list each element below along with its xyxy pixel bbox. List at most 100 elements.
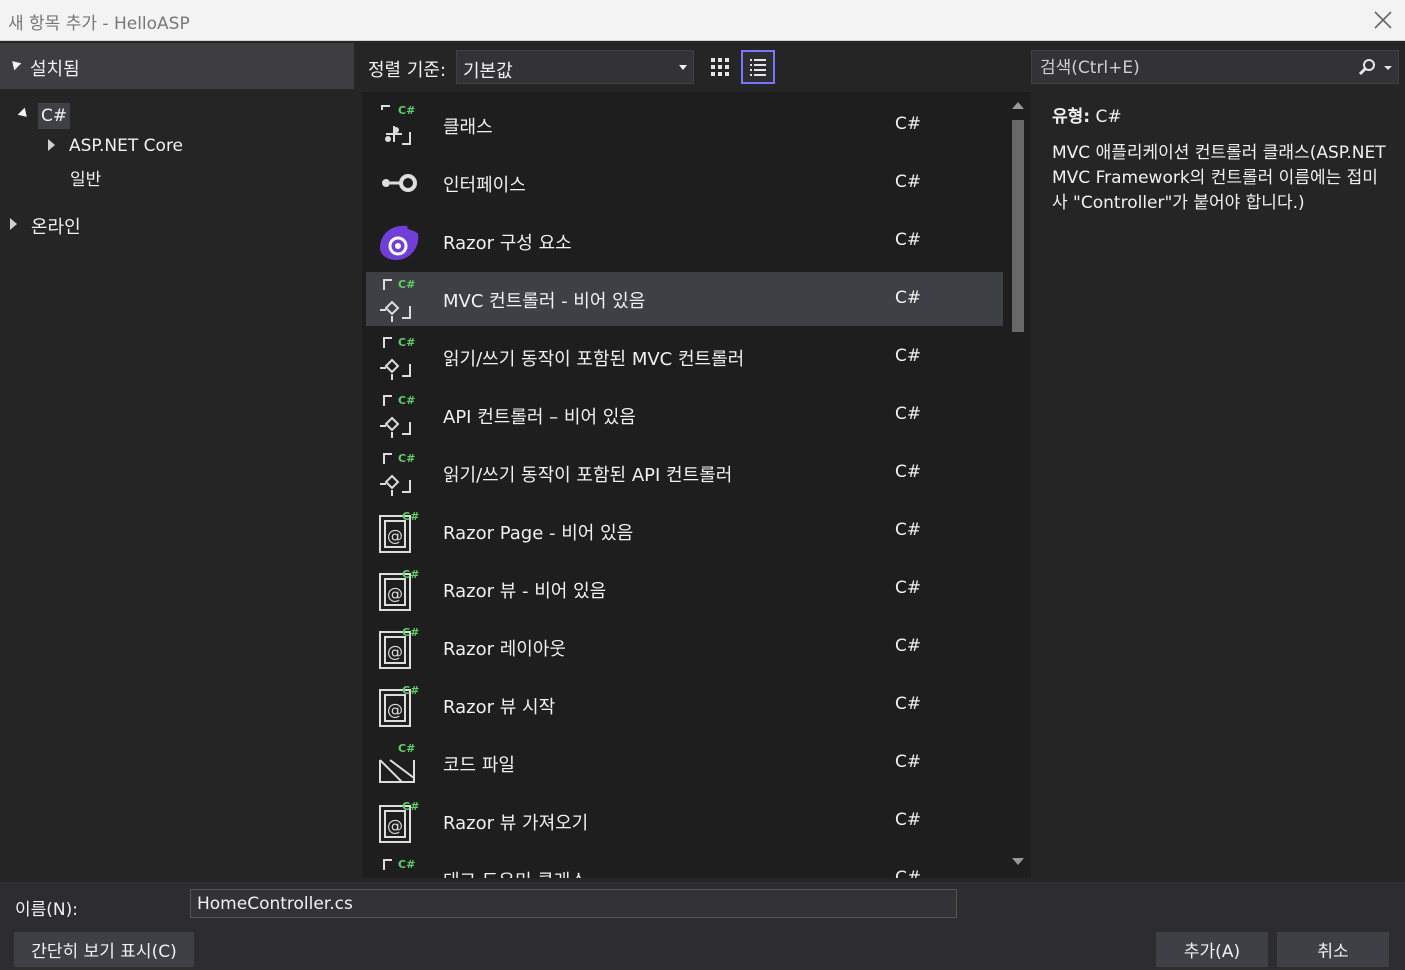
tree-item-general[interactable]: 일반 bbox=[70, 165, 101, 190]
tree-item-label: C# bbox=[41, 106, 68, 126]
svg-text:C#: C# bbox=[402, 800, 419, 813]
grid-view-icon bbox=[711, 58, 729, 76]
scroll-up-icon[interactable] bbox=[1012, 102, 1024, 109]
list-view-button[interactable] bbox=[741, 50, 775, 84]
search-input[interactable] bbox=[1038, 55, 1342, 81]
collapsed-icon[interactable] bbox=[10, 218, 17, 230]
controller-icon: C# bbox=[380, 336, 415, 380]
svg-text:C#: C# bbox=[398, 278, 415, 291]
svg-text:C#: C# bbox=[402, 510, 419, 523]
template-item[interactable]: C# 읽기/쓰기 동작이 포함된 MVC 컨트롤러 C# bbox=[366, 330, 1003, 384]
template-item[interactable]: 인터페이스 C# bbox=[366, 156, 1003, 210]
svg-text:C#: C# bbox=[398, 858, 415, 871]
template-item[interactable]: C# 태그 도우미 클래스 C# bbox=[366, 852, 1003, 878]
template-list[interactable]: C# 클래스 C# 인터페이스 C# Razor 구성 요소 C# C# MVC 컨트롤러 - … bbox=[362, 92, 1031, 878]
sort-dropdown[interactable]: 기본값 bbox=[456, 50, 694, 84]
svg-text:C#: C# bbox=[402, 626, 419, 639]
controller-icon: C# bbox=[380, 278, 415, 322]
template-language: C# bbox=[895, 230, 922, 250]
svg-text:@: @ bbox=[387, 584, 403, 603]
installed-label: 설치됨 bbox=[30, 59, 80, 80]
template-name: Razor 레이아웃 bbox=[443, 639, 566, 660]
template-language: C# bbox=[895, 172, 922, 192]
svg-text:C#: C# bbox=[398, 742, 415, 755]
template-item[interactable]: @ C# Razor Page - 비어 있음 C# bbox=[366, 504, 1003, 558]
svg-text:C#: C# bbox=[398, 452, 415, 465]
svg-text:@: @ bbox=[387, 642, 403, 661]
grid-view-button[interactable] bbox=[703, 50, 737, 84]
search-box[interactable] bbox=[1031, 50, 1399, 84]
razor-page-icon: @ C# bbox=[379, 568, 419, 611]
template-item[interactable]: C# MVC 컨트롤러 - 비어 있음 C# bbox=[366, 272, 1003, 326]
razor-page-icon: @ C# bbox=[379, 626, 419, 669]
template-name: 읽기/쓰기 동작이 포함된 MVC 컨트롤러 bbox=[443, 349, 745, 370]
template-language: C# bbox=[895, 462, 922, 482]
template-item[interactable]: C# 코드 파일 C# bbox=[366, 736, 1003, 790]
svg-text:C#: C# bbox=[398, 336, 415, 349]
expanded-icon[interactable] bbox=[17, 107, 31, 121]
template-description: MVC 애플리케이션 컨트롤러 클래스(ASP.NET MVC Framewor… bbox=[1052, 143, 1386, 213]
template-item[interactable]: @ C# Razor 뷰 가져오기 C# bbox=[366, 794, 1003, 848]
scrollbar-thumb[interactable] bbox=[1012, 120, 1024, 332]
svg-text:C#: C# bbox=[398, 394, 415, 407]
template-item[interactable]: @ C# Razor 뷰 - 비어 있음 C# bbox=[366, 562, 1003, 616]
name-label: 이름(N): bbox=[15, 900, 78, 920]
template-name: 코드 파일 bbox=[443, 755, 515, 776]
tree-item-label: 온라인 bbox=[31, 217, 81, 238]
list-view-icon bbox=[750, 59, 766, 76]
template-item[interactable]: @ C# Razor 레이아웃 C# bbox=[366, 620, 1003, 674]
razor-page-icon: @ C# bbox=[379, 684, 419, 727]
svg-text:@: @ bbox=[387, 700, 403, 719]
razor-page-icon: @ C# bbox=[379, 510, 419, 553]
type-row: 유형: C# bbox=[1052, 102, 1392, 127]
svg-text:C#: C# bbox=[398, 104, 415, 117]
razor-component-icon bbox=[380, 225, 419, 260]
cancel-button[interactable]: 취소 bbox=[1277, 932, 1389, 967]
installed-header[interactable]: 설치됨 bbox=[0, 43, 354, 89]
template-item[interactable]: C# 읽기/쓰기 동작이 포함된 API 컨트롤러 C# bbox=[366, 446, 1003, 500]
sort-value: 기본값 bbox=[463, 61, 513, 82]
template-language: C# bbox=[895, 404, 922, 424]
template-name: 인터페이스 bbox=[443, 175, 526, 196]
name-field[interactable] bbox=[190, 889, 957, 918]
collapsed-icon[interactable] bbox=[48, 139, 55, 151]
code-file-icon: C# bbox=[379, 742, 415, 783]
template-name: 읽기/쓰기 동작이 포함된 API 컨트롤러 bbox=[443, 465, 733, 486]
template-language: C# bbox=[895, 114, 922, 134]
template-name: Razor 뷰 가져오기 bbox=[443, 813, 589, 834]
template-language: C# bbox=[895, 694, 922, 714]
add-button[interactable]: 추가(A) bbox=[1156, 932, 1268, 967]
template-item[interactable]: C# API 컨트롤러 – 비어 있음 C# bbox=[366, 388, 1003, 442]
svg-text:@: @ bbox=[387, 526, 403, 545]
template-language: C# bbox=[895, 578, 922, 598]
title-bar: 새 항목 추가 - HelloASP bbox=[0, 0, 1405, 41]
razor-page-icon: @ C# bbox=[379, 800, 419, 843]
template-item[interactable]: C# 클래스 C# bbox=[366, 98, 1003, 152]
template-name: Razor 구성 요소 bbox=[443, 233, 572, 254]
template-language: C# bbox=[895, 636, 922, 656]
template-item[interactable]: Razor 구성 요소 C# bbox=[366, 214, 1003, 268]
controller-icon: C# bbox=[380, 452, 415, 496]
window-title: 새 항목 추가 - HelloASP bbox=[8, 14, 190, 34]
template-language: C# bbox=[895, 346, 922, 366]
tree-item-label: 일반 bbox=[70, 170, 102, 190]
tree-item-online[interactable]: 온라인 bbox=[31, 213, 81, 239]
template-language: C# bbox=[895, 752, 922, 772]
scroll-down-icon[interactable] bbox=[1012, 858, 1024, 865]
list-scrollbar[interactable] bbox=[1004, 92, 1030, 878]
template-name: Razor 뷰 - 비어 있음 bbox=[443, 581, 607, 602]
chevron-down-icon bbox=[679, 65, 687, 70]
template-name: Razor 뷰 시작 bbox=[443, 697, 556, 718]
tree-item-aspnet-core[interactable]: ASP.NET Core bbox=[69, 136, 183, 156]
sort-label: 정렬 기준: bbox=[368, 60, 447, 81]
tree-item-csharp[interactable]: C# bbox=[38, 103, 71, 129]
template-item[interactable]: @ C# Razor 뷰 시작 C# bbox=[366, 678, 1003, 732]
template-name: 태그 도우미 클래스 bbox=[443, 867, 587, 878]
type-value: C# bbox=[1095, 107, 1122, 127]
compact-view-button[interactable]: 간단히 보기 표시(C) bbox=[14, 932, 194, 967]
class-icon: C# bbox=[381, 104, 415, 145]
svg-text:@: @ bbox=[387, 816, 403, 835]
search-icon[interactable] bbox=[1354, 52, 1394, 84]
type-label: 유형: bbox=[1052, 107, 1091, 127]
close-icon[interactable] bbox=[1372, 6, 1394, 32]
